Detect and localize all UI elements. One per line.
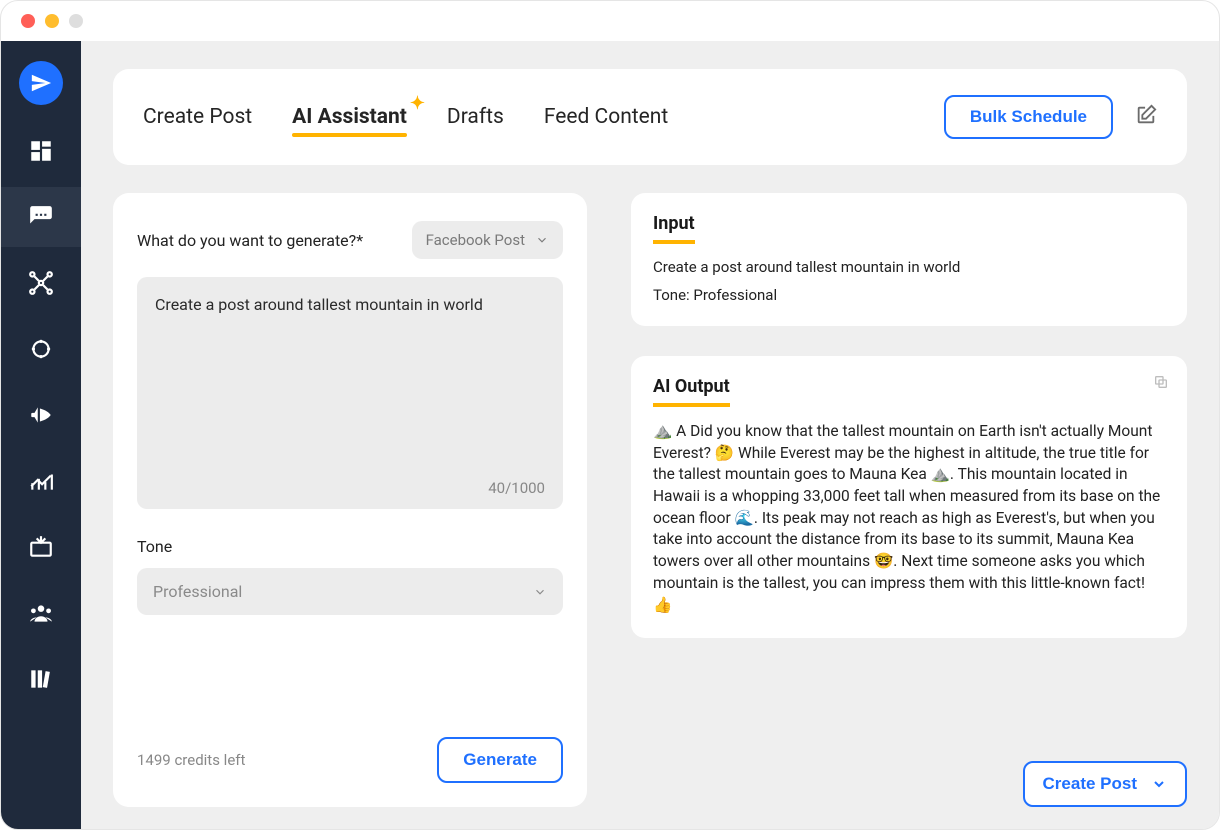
tab-create-post[interactable]: Create Post — [143, 105, 252, 129]
sidebar-megaphone[interactable] — [1, 385, 81, 445]
chevron-down-icon — [535, 233, 549, 247]
chevron-down-icon — [533, 585, 547, 599]
generator-footer: 1499 credits left Generate — [137, 719, 563, 783]
main-area: Create Post AI Assistant ✦ Drafts Feed C… — [81, 41, 1219, 829]
window-close-dot[interactable] — [21, 14, 35, 28]
edit-button[interactable] — [1135, 104, 1157, 130]
window-zoom-dot[interactable] — [69, 14, 83, 28]
tab-feed-content[interactable]: Feed Content — [544, 105, 668, 129]
sidebar — [1, 41, 81, 829]
dashboard-icon — [28, 138, 54, 164]
sidebar-analytics[interactable] — [1, 451, 81, 511]
post-type-value: Facebook Post — [426, 231, 525, 249]
bulk-schedule-button[interactable]: Bulk Schedule — [944, 95, 1113, 139]
create-post-label: Create Post — [1043, 774, 1137, 794]
tab-ai-assistant-label: AI Assistant — [292, 105, 407, 129]
credits-left: 1499 credits left — [137, 751, 245, 769]
sparkle-icon: ✦ — [410, 93, 425, 114]
output-text: ⛰️ A Did you know that the tallest mount… — [653, 421, 1165, 616]
topbar: Create Post AI Assistant ✦ Drafts Feed C… — [113, 69, 1187, 165]
sidebar-dashboard[interactable] — [1, 121, 81, 181]
generate-button[interactable]: Generate — [437, 737, 563, 783]
sidebar-network[interactable] — [1, 253, 81, 313]
input-line-prompt: Create a post around tallest mountain in… — [653, 258, 1165, 276]
megaphone-icon — [28, 402, 54, 428]
network-icon — [28, 270, 54, 296]
sidebar-inbox[interactable] — [1, 517, 81, 577]
tabs-row: Create Post AI Assistant ✦ Drafts Feed C… — [143, 105, 668, 129]
tab-drafts[interactable]: Drafts — [447, 105, 504, 129]
books-icon — [28, 666, 54, 692]
team-icon — [28, 600, 54, 626]
input-card: Input Create a post around tallest mount… — [631, 193, 1187, 326]
generator-card: What do you want to generate?* Facebook … — [113, 193, 587, 807]
app-logo[interactable] — [19, 61, 63, 105]
tab-ai-assistant[interactable]: AI Assistant ✦ — [292, 105, 407, 129]
sidebar-target[interactable] — [1, 319, 81, 379]
app-window: Create Post AI Assistant ✦ Drafts Feed C… — [0, 0, 1220, 830]
output-card-title: AI Output — [653, 376, 730, 407]
chart-icon — [28, 468, 54, 494]
post-type-select[interactable]: Facebook Post — [412, 221, 563, 259]
chevron-down-icon — [1151, 776, 1167, 792]
tone-select[interactable]: Professional — [137, 568, 563, 615]
target-icon — [28, 336, 54, 362]
sidebar-compose[interactable] — [1, 187, 81, 247]
input-card-title: Input — [653, 213, 695, 244]
titlebar — [1, 1, 1219, 41]
paper-plane-icon — [30, 72, 52, 94]
prompt-text: Create a post around tallest mountain in… — [155, 295, 545, 479]
copy-button[interactable] — [1153, 374, 1169, 394]
right-column: Input Create a post around tallest mount… — [631, 193, 1187, 807]
create-post-button[interactable]: Create Post — [1023, 761, 1187, 807]
tone-value: Professional — [153, 582, 242, 601]
sidebar-library[interactable] — [1, 649, 81, 709]
comment-icon — [28, 204, 54, 230]
edit-icon — [1135, 104, 1157, 126]
tone-label: Tone — [137, 537, 563, 556]
char-count: 40/1000 — [488, 479, 545, 497]
sidebar-team[interactable] — [1, 583, 81, 643]
body-row: Create Post AI Assistant ✦ Drafts Feed C… — [1, 41, 1219, 829]
prompt-textarea[interactable]: Create a post around tallest mountain in… — [137, 277, 563, 509]
input-line-tone: Tone: Professional — [653, 286, 1165, 304]
generate-question-label: What do you want to generate?* — [137, 231, 363, 250]
bottom-actions: Create Post — [631, 761, 1187, 807]
columns: What do you want to generate?* Facebook … — [113, 193, 1187, 807]
window-minimize-dot[interactable] — [45, 14, 59, 28]
copy-icon — [1153, 374, 1169, 390]
generator-header-row: What do you want to generate?* Facebook … — [137, 221, 563, 259]
top-actions: Bulk Schedule — [944, 95, 1157, 139]
inbox-icon — [28, 534, 54, 560]
output-card: AI Output ⛰️ A Did you know that the tal… — [631, 356, 1187, 638]
